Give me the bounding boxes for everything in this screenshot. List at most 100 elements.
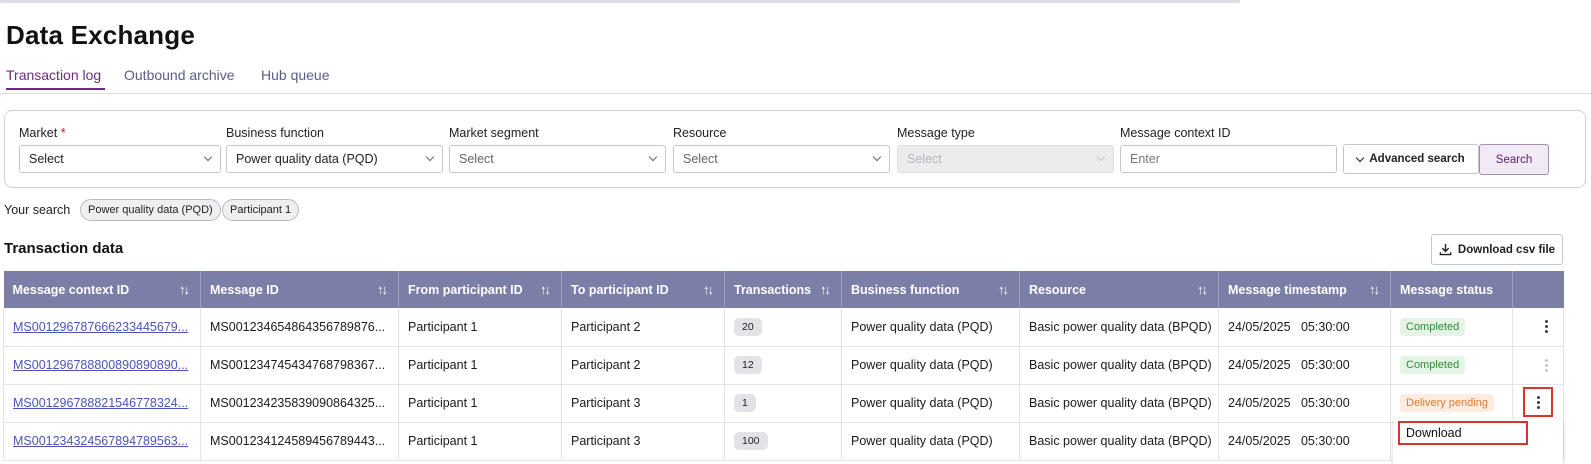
resource-select[interactable]: Select (673, 145, 890, 173)
market-label: Market * (19, 126, 66, 140)
transaction-table: Message context ID ↑↓ Message ID ↑↓ From p… (3, 271, 1564, 461)
tab-bar: Transaction log Outbound archive Hub que… (0, 64, 1591, 94)
column-header-message-status: Message status (1390, 271, 1513, 308)
column-header-message-id[interactable]: Message ID ↑↓ (200, 271, 399, 308)
column-header-message-context-id[interactable]: Message context ID ↑↓ (3, 271, 201, 308)
table-row: MS001296788821546778324... MS00123423583… (3, 384, 1564, 423)
message-id-cell: MS001234124589456789443... (200, 422, 399, 461)
timestamp-cell: 24/05/2025 05:30:00 (1218, 422, 1391, 461)
table-row: MS001296788800890890890... MS00123474543… (3, 346, 1564, 385)
transactions-count-badge: 100 (734, 432, 768, 450)
sort-arrows-icon[interactable]: ↑↓ (1197, 282, 1208, 297)
message-context-id-link[interactable]: MS001234324567894789563... (13, 434, 188, 448)
resource-cell: Basic power quality data (BPQD) (1019, 422, 1219, 461)
resource-cell: Basic power quality data (BPQD) (1019, 346, 1219, 385)
timestamp-cell: 24/05/2025 05:30:00 (1218, 346, 1391, 385)
market-segment-select[interactable]: Select (449, 145, 666, 173)
page-title: Data Exchange (6, 20, 196, 50)
search-chip-participant[interactable]: Participant 1 (222, 199, 300, 221)
from-participant-cell: Participant 1 (398, 422, 562, 461)
message-context-id-link[interactable]: MS001296788800890890890... (13, 358, 188, 372)
message-type-select: Select (897, 145, 1114, 173)
message-context-id-label: Message context ID (1120, 126, 1231, 140)
filter-panel: Market * Select Business function Power … (4, 110, 1586, 188)
column-header-actions (1512, 271, 1564, 308)
chevron-down-icon (425, 152, 435, 162)
advanced-search-button[interactable]: Advanced search (1343, 144, 1479, 174)
transactions-count-badge: 1 (734, 394, 756, 412)
column-header-transactions[interactable]: Transactions ↑↓ (724, 271, 842, 308)
sort-arrows-icon[interactable]: ↑↓ (1369, 282, 1380, 297)
to-participant-cell: Participant 2 (561, 308, 725, 347)
tab-hub-queue[interactable]: Hub queue (261, 67, 330, 83)
status-badge: Completed (1400, 356, 1466, 374)
table-row: MS001296787666233445679... MS00123465486… (3, 308, 1564, 347)
transactions-count-badge: 20 (734, 317, 762, 336)
tab-transaction-log[interactable]: Transaction log (6, 67, 101, 83)
kebab-menu-icon[interactable] (1537, 358, 1555, 372)
active-tab-indicator (6, 88, 105, 90)
chevron-down-icon (1096, 152, 1106, 162)
resource-cell: Basic power quality data (BPQD) (1019, 384, 1219, 423)
search-chip-business-function[interactable]: Power quality data (PQD) (80, 199, 221, 221)
column-header-message-timestamp[interactable]: Message timestamp ↑↓ (1218, 271, 1391, 308)
status-badge: Completed (1400, 317, 1466, 336)
transactions-count-badge: 12 (734, 356, 762, 374)
timestamp-cell: 24/05/2025 05:30:00 (1218, 308, 1391, 347)
advanced-search-label: Advanced search (1369, 153, 1465, 165)
required-mark: * (60, 126, 66, 140)
sort-arrows-icon[interactable]: ↑↓ (540, 282, 551, 297)
business-function-cell: Power quality data (PQD) (841, 308, 1020, 347)
business-function-select[interactable]: Power quality data (PQD) (226, 145, 443, 173)
table-header-row: Message context ID ↑↓ Message ID ↑↓ From p… (3, 271, 1564, 308)
timestamp-cell: 24/05/2025 05:30:00 (1218, 384, 1391, 423)
highlighted-row-actions[interactable] (1523, 387, 1553, 417)
market-segment-label: Market segment (449, 126, 539, 140)
kebab-menu-icon[interactable] (1529, 395, 1547, 409)
download-icon (1439, 243, 1452, 256)
business-function-cell: Power quality data (PQD) (841, 346, 1020, 385)
column-header-resource[interactable]: Resource ↑↓ (1019, 271, 1219, 308)
message-type-label: Message type (897, 126, 975, 140)
status-badge: Delivery pending (1400, 394, 1494, 412)
search-button[interactable]: Search (1479, 144, 1549, 175)
column-header-business-function[interactable]: Business function ↑↓ (841, 271, 1020, 308)
kebab-menu-icon[interactable] (1537, 320, 1555, 334)
your-search-label: Your search (4, 203, 71, 217)
market-select[interactable]: Select (19, 145, 221, 173)
sort-arrows-icon[interactable]: ↑↓ (703, 282, 714, 297)
download-csv-button[interactable]: Download csv file (1431, 234, 1563, 265)
column-header-from-participant[interactable]: From participant ID ↑↓ (398, 271, 562, 308)
tab-outbound-archive[interactable]: Outbound archive (124, 67, 235, 83)
top-divider (0, 0, 1240, 3)
download-csv-label: Download csv file (1457, 243, 1556, 256)
message-id-cell: MS001234745434768798367... (200, 346, 399, 385)
business-function-cell: Power quality data (PQD) (841, 422, 1020, 461)
message-context-id-link[interactable]: MS001296788821546778324... (13, 396, 188, 410)
to-participant-cell: Participant 3 (561, 422, 725, 461)
chevron-down-icon (872, 152, 882, 162)
business-function-label: Business function (226, 126, 324, 140)
to-participant-cell: Participant 3 (561, 384, 725, 423)
from-participant-cell: Participant 1 (398, 308, 562, 347)
from-participant-cell: Participant 1 (398, 346, 562, 385)
table-row: MS001234324567894789563... MS00123412458… (3, 422, 1564, 461)
sort-arrows-icon[interactable]: ↑↓ (179, 282, 190, 297)
message-context-id-input[interactable] (1120, 145, 1337, 173)
message-id-cell: MS001234235839090864325... (200, 384, 399, 423)
column-header-to-participant[interactable]: To participant ID ↑↓ (561, 271, 725, 308)
sort-arrows-icon[interactable]: ↑↓ (820, 282, 831, 297)
download-menu-item[interactable]: Download (1398, 421, 1528, 445)
section-title: Transaction data (4, 240, 124, 257)
from-participant-cell: Participant 1 (398, 384, 562, 423)
sort-arrows-icon[interactable]: ↑↓ (998, 282, 1009, 297)
sort-arrows-icon[interactable]: ↑↓ (377, 282, 388, 297)
resource-cell: Basic power quality data (BPQD) (1019, 308, 1219, 347)
to-participant-cell: Participant 2 (561, 346, 725, 385)
message-context-id-link[interactable]: MS001296787666233445679... (13, 320, 188, 334)
resource-label: Resource (673, 126, 727, 140)
chevron-down-icon (203, 152, 213, 162)
row-actions-menu: Download (1393, 419, 1563, 464)
chevron-down-icon (648, 152, 658, 162)
chevron-down-icon (1356, 153, 1365, 162)
